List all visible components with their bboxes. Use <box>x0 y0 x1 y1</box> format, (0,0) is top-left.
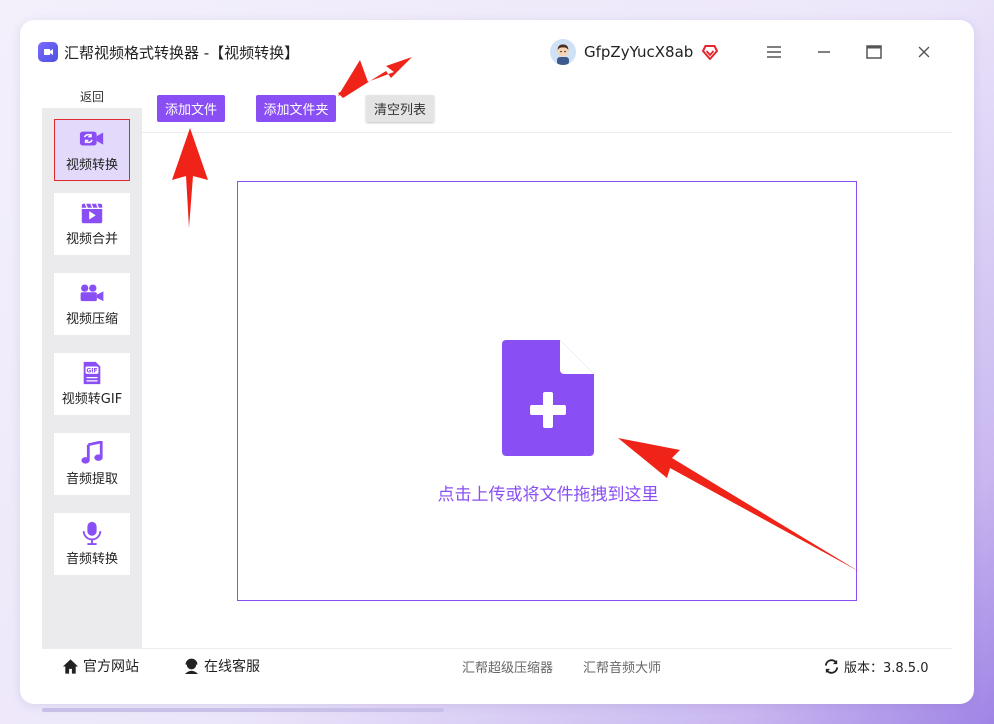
close-icon[interactable] <box>912 40 936 64</box>
version-info[interactable]: 版本：3.8.5.0 <box>823 655 928 677</box>
title-bar: 汇帮视频格式转换器 -【视频转换】 GfpZyYucX8ab <box>22 32 932 72</box>
app-logo-icon <box>38 42 58 62</box>
sidebar-item-audio-convert[interactable]: 音频转换 <box>54 513 130 575</box>
svg-text:GIF: GIF <box>86 368 97 375</box>
sidebar-item-video-compress[interactable]: 视频压缩 <box>54 273 130 335</box>
back-button[interactable]: 返回 <box>42 84 142 108</box>
refresh-icon <box>824 658 839 674</box>
file-drop-zone[interactable]: 点击上传或将文件拖拽到这里 <box>237 181 857 601</box>
taskbar-strip <box>42 708 444 712</box>
online-support-label: 在线客服 <box>204 659 260 675</box>
maximize-icon[interactable] <box>862 40 886 64</box>
sidebar-item-video-convert[interactable]: 视频转换 <box>54 119 130 181</box>
official-website-link[interactable]: 官方网站 <box>62 655 139 677</box>
clear-list-button[interactable]: 清空列表 <box>366 95 434 122</box>
sidebar-item-video-merge[interactable]: 视频合并 <box>54 193 130 255</box>
add-folder-button[interactable]: 添加文件夹 <box>256 95 336 122</box>
sidebar: 返回 视频转换 视频合并 视频压缩 GIF 视频转GIF 音频提取 音频转换 <box>42 84 142 648</box>
microphone-icon <box>82 521 102 545</box>
hamburger-icon[interactable] <box>762 40 786 64</box>
sidebar-item-label: 视频压缩 <box>65 312 118 327</box>
official-website-label: 官方网站 <box>83 659 139 675</box>
sidebar-item-label: 音频提取 <box>65 472 118 487</box>
sidebar-item-label: 视频转GIF <box>61 392 123 407</box>
sidebar-item-label: 音频转换 <box>65 552 118 567</box>
online-support-link[interactable]: 在线客服 <box>183 655 260 677</box>
home-icon <box>62 658 79 674</box>
gif-icon: GIF <box>83 361 101 385</box>
username: GfpZyYucX8ab <box>584 43 694 61</box>
sidebar-item-video-gif[interactable]: GIF 视频转GIF <box>54 353 130 415</box>
toolbar-divider <box>142 132 952 133</box>
sidebar-item-label: 视频转换 <box>65 158 118 173</box>
video-convert-icon <box>79 131 104 146</box>
compressor-link[interactable]: 汇帮超级压缩器 <box>462 655 553 677</box>
add-file-button[interactable]: 添加文件 <box>157 95 225 122</box>
music-note-icon <box>81 441 103 464</box>
footer-divider <box>42 648 952 649</box>
vip-diamond-icon[interactable] <box>701 43 719 61</box>
add-file-icon[interactable] <box>502 340 594 456</box>
window-title: 汇帮视频格式转换器 -【视频转换】 <box>64 43 300 62</box>
audio-master-link[interactable]: 汇帮音频大师 <box>583 655 661 677</box>
video-merge-icon <box>81 203 103 224</box>
sidebar-item-audio-extract[interactable]: 音频提取 <box>54 433 130 495</box>
version-label: 版本：3.8.5.0 <box>844 660 929 676</box>
minimize-icon[interactable] <box>812 40 836 64</box>
customer-service-icon <box>184 658 199 674</box>
drop-hint-text: 点击上传或将文件拖拽到这里 <box>437 485 659 505</box>
video-compress-icon <box>80 284 104 302</box>
sidebar-item-label: 视频合并 <box>65 232 118 247</box>
user-area[interactable]: GfpZyYucX8ab <box>550 32 719 72</box>
avatar[interactable] <box>550 39 576 65</box>
